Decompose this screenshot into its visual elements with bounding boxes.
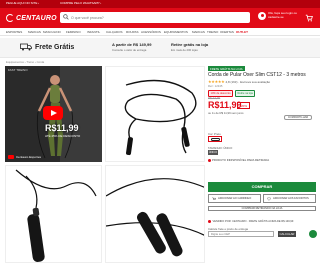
- benefit-subtitle: Em mais de 200 lojas: [171, 48, 198, 52]
- nav-item[interactable]: FEMININO: [66, 30, 81, 34]
- jump-rope-handles-image: [106, 178, 204, 257]
- product-video[interactable]: FAST TREINO R$11,99 ATÉ 25% DE DESCONTO …: [5, 66, 102, 162]
- user-login-text: Olá, faça seu login ou cadastre-se: [268, 11, 298, 19]
- swatch-thumbnail: [210, 137, 220, 141]
- nav-item[interactable]: OFERTAS: [220, 30, 234, 34]
- nav-item[interactable]: INFANTIL: [87, 30, 100, 34]
- cart-icon: [212, 196, 216, 200]
- product-name: Corda de Pular Oxer Slim CST12 - 3 metro…: [208, 72, 306, 78]
- breadcrumb[interactable]: Equipamentos › Treino › Corda: [6, 60, 44, 64]
- search-input[interactable]: [71, 12, 241, 23]
- play-button[interactable]: [43, 106, 63, 120]
- pickup-buy-button[interactable]: COMPRAR RETIRANDO NA LOJA: [208, 206, 316, 211]
- nav-item[interactable]: CALÇADOS: [106, 30, 123, 34]
- product-photo-1[interactable]: [105, 66, 205, 162]
- benefit-item: A partir de R$ 149,99 Consulte o valor d…: [112, 42, 151, 52]
- calculate-shipping-button[interactable]: CALCULAR: [278, 231, 296, 237]
- benefit-item: Retire grátis na loja Em mais de 200 loj…: [171, 42, 208, 52]
- benefit-subtitle: Consulte o valor de entrega: [112, 48, 147, 52]
- status-dot-icon: [208, 158, 211, 162]
- video-title: FAST TREINO: [8, 68, 28, 72]
- header: CENTAURO Olá, faça seu login ou cadastre…: [0, 8, 320, 28]
- product-photo-2[interactable]: [5, 165, 102, 263]
- benefit-title: Retire grátis na loja: [171, 42, 209, 47]
- installment-text: ou 1x de R$ 11,99 sem juros: [208, 111, 244, 115]
- search-box[interactable]: [60, 12, 250, 23]
- free-shipping-label: Frete Grátis: [35, 43, 75, 51]
- nav-item-outlet[interactable]: OUTLET: [236, 30, 248, 34]
- jump-rope-handle-image: [15, 169, 97, 262]
- nav-item[interactable]: EQUIPAMENTOS: [164, 30, 188, 34]
- search-icon: [63, 14, 69, 20]
- video-channel[interactable]: Centauro Esportes: [8, 155, 41, 159]
- buy-button[interactable]: COMPRAR: [208, 182, 316, 192]
- product-ref: Ref.: 12345: [208, 84, 223, 88]
- benefit-title: A partir de R$ 149,99: [112, 42, 152, 47]
- video-promo-price: R$11,99: [45, 123, 79, 133]
- user-icon: [258, 12, 266, 20]
- nav-item[interactable]: MARCAS: [28, 30, 41, 34]
- cart-icon[interactable]: [305, 14, 313, 22]
- share-button[interactable]: COMPARTILHAR: [284, 115, 312, 120]
- nav-item[interactable]: MASCULINO: [43, 30, 61, 34]
- top-bar-pickup-link[interactable]: PEGUE AQUI NO SITE ›: [6, 1, 39, 5]
- logo-text: CENTAURO: [16, 14, 57, 22]
- seller-text: VENDIDO POR: CENTAURO · FRETE GRÁTIS ACI…: [212, 220, 294, 223]
- nav-item[interactable]: ESPORTES: [6, 30, 22, 34]
- video-promo-text: ATÉ 25% DE DESCONTO: [45, 134, 81, 138]
- nav-item[interactable]: ROUPAS: [126, 30, 138, 34]
- pickup-pill: Retire na loja: [235, 90, 256, 97]
- video-channel-name: Centauro Esportes: [16, 155, 42, 159]
- logo[interactable]: CENTAURO: [6, 13, 57, 23]
- buy-box: FRETE GRÁTIS NA LOJA Corda de Pular Oxer…: [208, 66, 318, 263]
- nav-item[interactable]: MARCAS: [192, 30, 205, 34]
- youtube-icon: [8, 155, 14, 159]
- nav-item[interactable]: TREINO: [207, 30, 218, 34]
- top-bar: PEGUE AQUI NO SITE › COMPRE PELO WHATSAP…: [0, 0, 320, 8]
- heart-icon: [267, 196, 271, 201]
- jump-rope-image: [124, 79, 197, 156]
- cep-input[interactable]: [208, 231, 274, 237]
- top-bar-whatsapp-link[interactable]: COMPRE PELO WHATSAPP ›: [60, 1, 101, 5]
- rating-reviews: 4,8 (163) · Escreva sua avaliação: [225, 79, 271, 84]
- main-nav: ESPORTES MARCAS MASCULINO FEMININO INFAN…: [0, 28, 320, 36]
- stock-text: PRODUTO INDISPONÍVEL PARA RETIRADA: [212, 158, 270, 162]
- stock-status: PRODUTO INDISPONÍVEL PARA RETIRADA: [208, 158, 269, 162]
- nav-item[interactable]: ACESSÓRIOS: [141, 30, 161, 34]
- chat-help-icon[interactable]: [309, 230, 317, 238]
- product-photo-3[interactable]: [105, 165, 205, 263]
- add-to-cart-button[interactable]: ADICIONAR AO CARRINHO: [208, 194, 261, 203]
- discount-badge: -20%: [237, 102, 251, 109]
- logo-icon: [6, 14, 14, 22]
- color-swatch[interactable]: [208, 136, 222, 142]
- seller-info: VENDIDO POR: CENTAURO · FRETE GRÁTIS ACI…: [208, 220, 293, 223]
- free-shipping-banner: Frete Grátis: [20, 43, 74, 51]
- add-to-favorites-button[interactable]: ADICIONAR AOS FAVORITOS: [263, 194, 316, 203]
- seller-dot-icon: [208, 220, 211, 223]
- benefits-bar: Frete Grátis A partir de R$ 149,99 Consu…: [0, 38, 320, 58]
- size-option[interactable]: ÚNICO: [208, 150, 218, 155]
- user-login[interactable]: Olá, faça seu login ou cadastre-se: [258, 12, 304, 20]
- truck-icon: [20, 43, 32, 51]
- add-to-cart-label: ADICIONAR AO CARRINHO: [218, 197, 252, 200]
- add-to-favorites-label: ADICIONAR AOS FAVORITOS: [273, 197, 309, 200]
- free-pickup-badge: FRETE GRÁTIS NA LOJA: [208, 66, 245, 71]
